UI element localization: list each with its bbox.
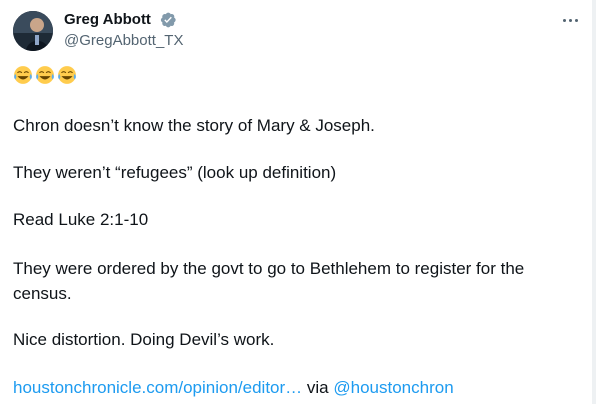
more-options-icon[interactable] <box>560 10 580 30</box>
scrollbar-track[interactable] <box>592 0 596 404</box>
tweet-text-line: Nice distortion. Doing Devil’s work. <box>13 330 275 349</box>
tears-of-joy-emoji-icon <box>14 66 32 84</box>
via-text: via <box>306 378 329 397</box>
tweet-text-line: census. <box>13 284 72 303</box>
author-handle[interactable]: @GregAbbott_TX <box>64 32 183 50</box>
tears-of-joy-emoji-icon <box>36 66 54 84</box>
tears-of-joy-emoji-icon <box>58 66 76 84</box>
avatar-photo <box>13 11 53 51</box>
via-handle-link[interactable]: @houstonchron <box>333 378 453 397</box>
emoji-row <box>13 65 79 89</box>
tweet-link-line: houstonchronicle.com/opinion/editor… via… <box>13 376 454 400</box>
tweet-text-line: They weren’t “refugees” (look up definit… <box>13 163 337 182</box>
verified-badge-icon[interactable] <box>159 11 177 29</box>
tweet-text-line: They were ordered by the govt to go to B… <box>13 259 525 278</box>
article-link[interactable]: houstonchronicle.com/opinion/editor… <box>13 378 302 397</box>
tweet-text-line: Chron doesn’t know the story of Mary & J… <box>13 116 375 135</box>
author-name[interactable]: Greg Abbott <box>64 11 151 29</box>
author-avatar[interactable] <box>13 11 53 51</box>
tweet-text-line: Read Luke 2:1-10 <box>13 210 149 229</box>
tweet-card: Greg Abbott @GregAbbott_TX Chron doesn’t… <box>0 0 596 404</box>
